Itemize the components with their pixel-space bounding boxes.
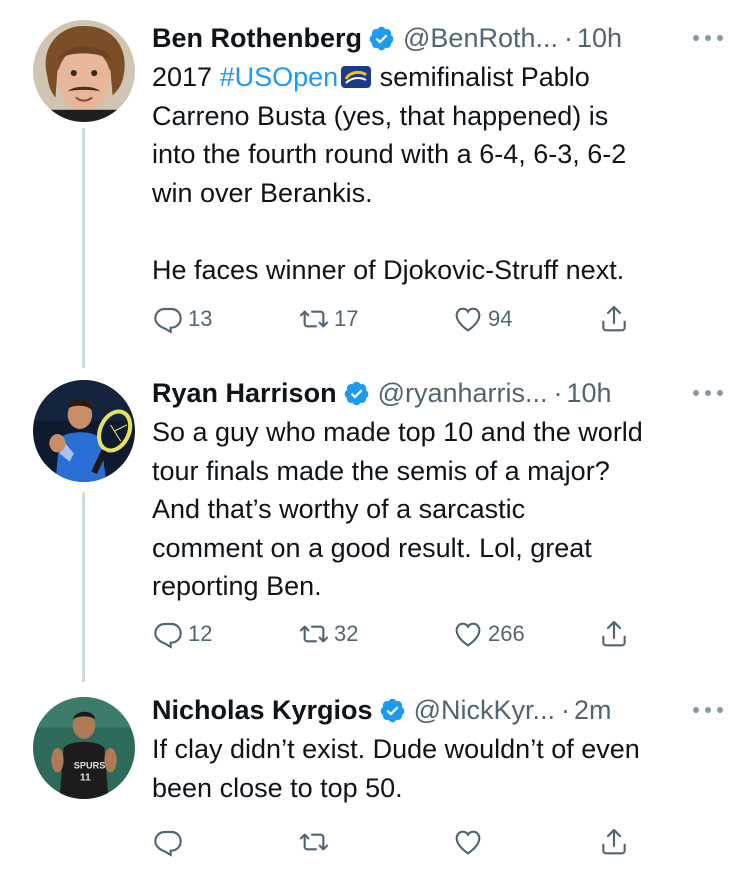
separator: ·	[553, 377, 563, 408]
share-icon	[602, 620, 626, 647]
tweet-text: 2017 #USOpen semifinalist Pablo Carreno …	[152, 58, 726, 289]
reply-button[interactable]	[152, 826, 188, 858]
author-handle[interactable]: @BenRoth...	[403, 23, 558, 54]
text-line: been close to top 50.	[152, 772, 403, 803]
tweet-actions: 13 17 94	[152, 303, 632, 339]
author-handle[interactable]: @NickKyr...	[414, 695, 555, 726]
verified-badge-icon	[369, 26, 394, 50]
author-handle[interactable]: @ryanharris...	[378, 378, 548, 409]
author-name[interactable]: Nicholas Kyrgios	[152, 695, 373, 726]
avatar[interactable]	[33, 20, 135, 122]
share-button[interactable]	[598, 303, 634, 335]
text-line: And that’s worthy of a sarcastic	[152, 494, 526, 524]
retweet-button[interactable]	[298, 826, 334, 858]
author-name[interactable]: Ben Rothenberg	[152, 23, 362, 54]
hashtag-link[interactable]: #USOpen	[220, 62, 339, 92]
more-options-icon[interactable]	[690, 692, 726, 728]
verified-badge-icon	[344, 381, 368, 405]
timestamp[interactable]: 2m	[574, 695, 612, 726]
tweet-text: If clay didn’t exist. Dude wouldn’t of e…	[152, 730, 726, 807]
tweet-1[interactable]: Ben Rothenberg @BenRoth... · 10h 2017 #U…	[152, 20, 726, 289]
heart-icon	[455, 622, 481, 647]
text-line: win over Berankis.	[152, 177, 373, 208]
more-options-icon[interactable]	[690, 20, 726, 56]
text-line: reporting Ben.	[152, 571, 322, 601]
text-line: So a guy who made top 10 and the world	[152, 417, 643, 447]
timestamp[interactable]: 10h	[567, 378, 612, 409]
reply-icon	[154, 307, 182, 334]
timestamp[interactable]: 10h	[577, 23, 622, 54]
svg-text:11: 11	[80, 773, 91, 784]
author-name[interactable]: Ryan Harrison	[152, 378, 337, 409]
svg-text:SPURS: SPURS	[74, 760, 106, 770]
usopen-logo-icon	[341, 66, 372, 88]
like-button[interactable]: 266	[452, 618, 525, 650]
retweet-icon	[299, 833, 329, 851]
tweet-2[interactable]: Ryan Harrison @ryanharris... · 10h So a …	[152, 375, 726, 606]
text-line: He faces winner of Djokovic-Struff next.	[152, 254, 625, 285]
retweet-button[interactable]: 32	[298, 618, 358, 650]
tweet-header: Nicholas Kyrgios @NickKyr... · 2m	[152, 692, 726, 728]
tweet-actions: 12 32 266	[152, 618, 632, 654]
text-segment: 2017	[152, 62, 220, 92]
text-segment: semifinalist Pablo	[372, 62, 590, 92]
more-options-icon[interactable]	[690, 375, 726, 411]
heart-icon	[455, 830, 481, 855]
separator: ·	[560, 694, 570, 725]
like-count: 94	[488, 306, 513, 331]
text-line: into the fourth round with a 6-4, 6-3, 6…	[152, 139, 627, 169]
tweet-text: So a guy who made top 10 and the world t…	[152, 413, 726, 606]
text-line: tour finals made the semis of a major?	[152, 455, 610, 486]
retweet-icon	[299, 310, 329, 328]
share-button[interactable]	[598, 618, 634, 650]
retweet-count: 17	[334, 306, 359, 331]
tweet-header: Ryan Harrison @ryanharris... · 10h	[152, 375, 726, 411]
tweet-header: Ben Rothenberg @BenRoth... · 10h	[152, 20, 726, 56]
like-button[interactable]	[452, 826, 488, 858]
reply-button[interactable]: 12	[152, 618, 212, 650]
share-icon	[602, 305, 626, 332]
avatar[interactable]: SPURS 11	[33, 697, 135, 799]
reply-count: 12	[188, 621, 213, 646]
retweet-button[interactable]: 17	[298, 303, 358, 335]
tweet-3[interactable]: Nicholas Kyrgios @NickKyr... · 2m If cla…	[152, 692, 726, 807]
reply-icon	[154, 622, 182, 649]
verified-badge-icon	[380, 698, 404, 722]
reply-count: 13	[188, 306, 213, 331]
like-count: 266	[488, 621, 525, 646]
reply-button[interactable]: 13	[152, 303, 212, 335]
text-line: If clay didn’t exist. Dude wouldn’t of e…	[152, 734, 640, 764]
separator: ·	[564, 22, 574, 53]
thread-line	[82, 492, 85, 682]
like-button[interactable]: 94	[452, 303, 512, 335]
retweet-count: 32	[334, 621, 359, 646]
reply-icon	[154, 830, 182, 857]
avatar[interactable]	[33, 380, 135, 482]
thread-line	[82, 128, 85, 368]
text-line: comment on a good result. Lol, great	[152, 532, 592, 563]
share-icon	[602, 828, 626, 855]
heart-icon	[455, 307, 481, 332]
share-button[interactable]	[598, 826, 634, 858]
retweet-icon	[299, 625, 329, 643]
text-line: Carreno Busta (yes, that happened) is	[152, 100, 609, 131]
tweet-actions	[152, 826, 632, 862]
paragraph-break	[152, 212, 726, 251]
